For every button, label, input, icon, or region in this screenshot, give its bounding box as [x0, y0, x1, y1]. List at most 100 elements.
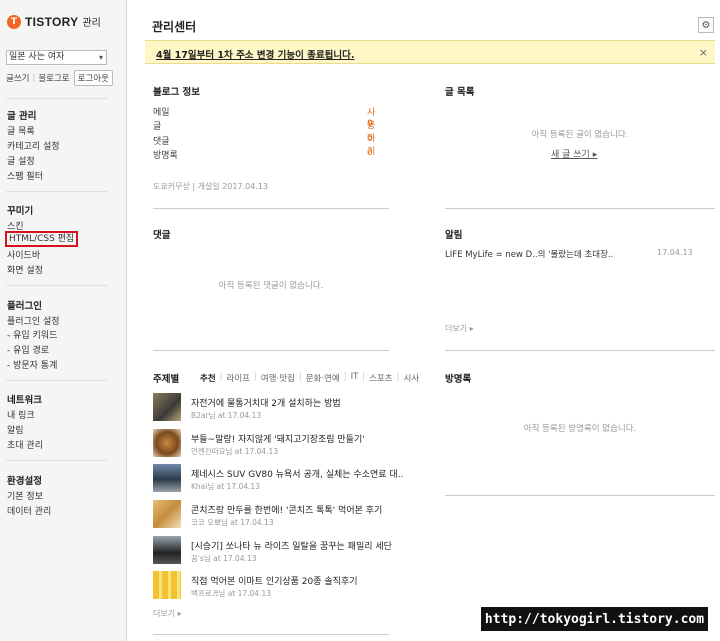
- watermark: http://tokyogirl.tistory.com: [481, 607, 708, 631]
- info-row-guestbook: 방명록 0: [153, 148, 373, 161]
- info-value-comments[interactable]: 0: [367, 134, 373, 144]
- divider: [6, 191, 108, 192]
- tistory-logo-icon: T: [7, 14, 21, 29]
- list-item[interactable]: 콘치즈랑 만두를 한번에! '콘치즈 톡톡' 먹어본 후기 코코 오뽀님 at …: [153, 500, 418, 530]
- menu-invite[interactable]: 초대 관리: [7, 438, 43, 451]
- menu-html-css-edit[interactable]: HTML/CSS 편집: [5, 231, 79, 247]
- blog-info-title: 블로그 정보: [153, 87, 201, 98]
- comments-empty: 아직 등록된 댓글이 없습니다.: [218, 281, 324, 291]
- theme-more-link[interactable]: 더보기 ▸: [153, 608, 182, 619]
- gear-icon[interactable]: ⚙: [698, 17, 714, 33]
- theme-title: 주제별: [153, 374, 180, 385]
- alarm-item[interactable]: LIFE MyLife = new D..의 '몰랐는데 초대장.. 17.04…: [445, 248, 715, 260]
- divider: [445, 208, 715, 209]
- divider: [153, 350, 389, 351]
- logo-subtitle: 관리: [82, 18, 101, 29]
- divider: |: [362, 372, 366, 382]
- menu-section-settings: 환경설정: [7, 476, 42, 487]
- alarm-text: LIFE MyLife = new D..의 '몰랐는데 초대장..: [445, 250, 614, 260]
- menu-plugin-settings[interactable]: 플러그인 설정: [7, 314, 60, 327]
- tab-sports[interactable]: 스포츠: [369, 372, 392, 384]
- post-meta: 언젠간떠요님 at 17.04.13: [191, 447, 279, 456]
- divider: [153, 208, 389, 209]
- menu-my-links[interactable]: 내 링크: [7, 408, 35, 421]
- guestbook-title: 방명록: [445, 374, 472, 385]
- logo-text: TISTORY: [25, 14, 79, 29]
- info-value-posts[interactable]: 0: [367, 119, 373, 129]
- menu-post-list[interactable]: 글 목록: [7, 124, 35, 137]
- post-title: 직접 먹어본 이마트 인기상품 20종 솔직후기: [191, 577, 358, 587]
- info-value-guestbook[interactable]: 0: [367, 148, 373, 158]
- logout-button[interactable]: 로그아웃: [73, 70, 113, 86]
- menu-visitor-stats[interactable]: - 방문자 통계: [7, 358, 57, 371]
- tab-recommended[interactable]: 추천: [200, 372, 216, 384]
- comments-title: 댓글: [153, 230, 171, 241]
- menu-post-settings[interactable]: 글 설정: [7, 154, 35, 167]
- close-icon[interactable]: ×: [699, 46, 708, 59]
- tab-it[interactable]: IT: [351, 372, 359, 384]
- post-meta: 백프로♬님 at 17.04.13: [191, 589, 272, 598]
- post-title: 제네시스 SUV GV80 뉴욕서 공개, 실체는 수소연료 대..: [191, 470, 404, 480]
- menu-screen-settings[interactable]: 화면 설정: [7, 263, 43, 276]
- menu-spam-filter[interactable]: 스팸 필터: [7, 169, 43, 182]
- post-thumbnail: [153, 464, 181, 492]
- post-title: 자전거에 물통거치대 2개 설치하는 방법: [191, 399, 341, 409]
- post-title: 부들~말랑! 자지않게 '돼지고기장조림 만들기': [191, 435, 365, 445]
- divider: |: [219, 372, 223, 382]
- tab-news[interactable]: 시사: [404, 372, 420, 384]
- post-thumbnail: [153, 429, 181, 457]
- divider: |: [253, 372, 257, 382]
- menu-basic-info[interactable]: 기본 정보: [7, 489, 43, 502]
- alarm-title: 알림: [445, 230, 463, 241]
- list-item[interactable]: 부들~말랑! 자지않게 '돼지고기장조림 만들기' 언젠간떠요님 at 17.0…: [153, 429, 418, 459]
- tistory-logo[interactable]: T TISTORY 관리: [7, 14, 101, 29]
- menu-section-plugin: 플러그인: [7, 301, 42, 312]
- post-meta: 코코 오뽀님 at 17.04.13: [191, 518, 274, 527]
- post-thumbnail: [153, 500, 181, 528]
- menu-data-manage[interactable]: 데이터 관리: [7, 504, 51, 517]
- divider: [6, 380, 108, 381]
- alarm-more-link[interactable]: 더보기 ▸: [445, 323, 474, 334]
- quick-links: 글쓰기 | 블로그로 로그아웃: [6, 70, 113, 86]
- list-item[interactable]: [시승기] 쏘나타 뉴 라이즈 일탈을 꿈꾸는 패밀리 세단 꼼's님 at 1…: [153, 536, 418, 566]
- alarm-date: 17.04.13: [657, 248, 693, 257]
- post-list-title: 글 목록: [445, 87, 475, 98]
- menu-alarm[interactable]: 알림: [7, 423, 24, 436]
- divider: [153, 634, 389, 635]
- divider: |: [343, 372, 347, 382]
- blog-link[interactable]: 블로그로: [38, 72, 69, 84]
- tab-travel[interactable]: 여행·맛집: [261, 372, 295, 384]
- tab-culture[interactable]: 문화·연예: [306, 372, 340, 384]
- info-label: 글: [153, 122, 162, 132]
- divider: [445, 350, 715, 351]
- guestbook-empty: 아직 등록된 방명록이 없습니다.: [523, 424, 637, 434]
- sidebar: T TISTORY 관리 일본 사는 여자 ▾ 글쓰기 | 블로그로 로그아웃 …: [0, 0, 127, 641]
- theme-tabs: 추천 | 라이프 | 여행·맛집 | 문화·연예 | IT | 스포츠 | 시사: [200, 372, 419, 384]
- post-meta: B2ar님 at 17.04.13: [191, 411, 262, 420]
- list-item[interactable]: 자전거에 물통거치대 2개 설치하는 방법 B2ar님 at 17.04.13: [153, 393, 418, 423]
- post-thumbnail: [153, 393, 181, 421]
- blog-select[interactable]: 일본 사는 여자 ▾: [6, 50, 107, 65]
- info-label: 댓글: [153, 137, 170, 147]
- notice-link[interactable]: 4월 17일부터 1차 주소 변경 기능이 종료됩니다.: [156, 47, 354, 61]
- info-row-mail: 메일 사용하기: [153, 105, 375, 157]
- menu-section-network: 네트워크: [7, 395, 42, 406]
- list-item[interactable]: 직접 먹어본 이마트 인기상품 20종 솔직후기 백프로♬님 at 17.04.…: [153, 571, 418, 601]
- list-item[interactable]: 제네시스 SUV GV80 뉴욕서 공개, 실체는 수소연료 대.. Khai님…: [153, 464, 418, 494]
- menu-inflow-keywords[interactable]: - 유입 키워드: [7, 328, 57, 341]
- menu-inflow-path[interactable]: - 유입 경로: [7, 343, 49, 356]
- tab-life[interactable]: 라이프: [227, 372, 250, 384]
- page-title: 관리센터: [152, 20, 197, 34]
- post-thumbnail: [153, 536, 181, 564]
- new-post-link[interactable]: 새 글 쓰기 ▸: [551, 147, 597, 160]
- divider: [6, 460, 108, 461]
- blog-select-value: 일본 사는 여자: [9, 52, 65, 62]
- blog-info-footer: 도쿄커무상 | 개설일 2017.04.13: [153, 182, 269, 191]
- divider: [6, 98, 108, 99]
- menu-sidebar[interactable]: 사이드바: [7, 248, 40, 261]
- menu-section-post: 글 관리: [7, 111, 37, 122]
- menu-category[interactable]: 카테고리 설정: [7, 139, 60, 152]
- post-title: [시승기] 쏘나타 뉴 라이즈 일탈을 꿈꾸는 패밀리 세단: [191, 542, 392, 552]
- post-title: 콘치즈랑 만두를 한번에! '콘치즈 톡톡' 먹어본 후기: [191, 506, 383, 516]
- write-link[interactable]: 글쓰기: [6, 72, 29, 84]
